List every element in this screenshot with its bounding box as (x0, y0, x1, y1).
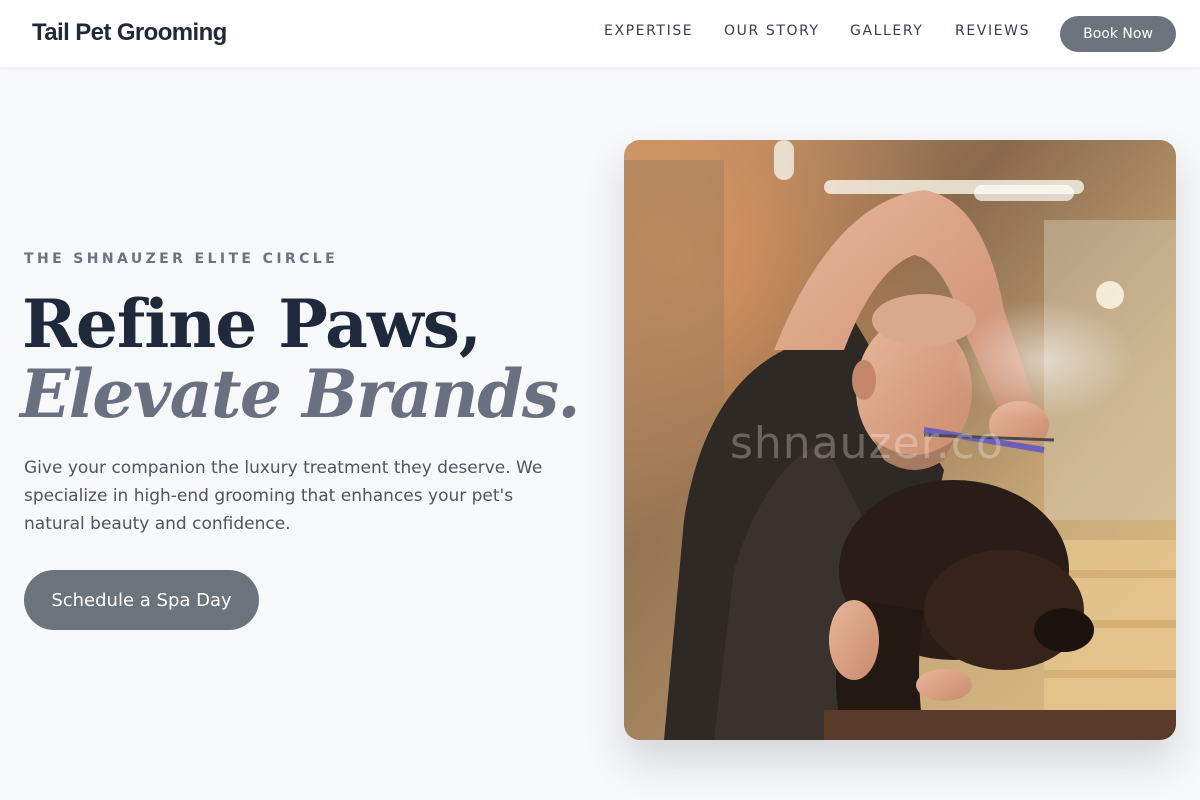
photo-watermark: shnauzer.co (730, 418, 1004, 469)
hero-photo: shnauzer.co (624, 140, 1176, 740)
nav-link-our-story[interactable]: OUR STORY (724, 23, 820, 39)
hero-eyebrow: THE SHNAUZER ELITE CIRCLE (24, 251, 339, 267)
hero-description: Give your companion the luxury treatment… (24, 458, 543, 534)
nav-link-gallery[interactable]: GALLERY (850, 23, 923, 39)
schedule-spa-day-button[interactable]: Schedule a Spa Day (24, 570, 259, 630)
nav-link-expertise[interactable]: EXPERTISE (604, 23, 693, 39)
book-now-button[interactable]: Book Now (1060, 16, 1176, 52)
nav-link-reviews[interactable]: REVIEWS (955, 23, 1030, 39)
site-header: Tail Pet Grooming EXPERTISE OUR STORY GA… (0, 0, 1200, 68)
headline-line-2: Elevate Brands. (20, 355, 581, 433)
headline-line-1: Refine Paws, (22, 285, 482, 363)
main-nav: EXPERTISE OUR STORY GALLERY REVIEWS (0, 23, 1200, 43)
